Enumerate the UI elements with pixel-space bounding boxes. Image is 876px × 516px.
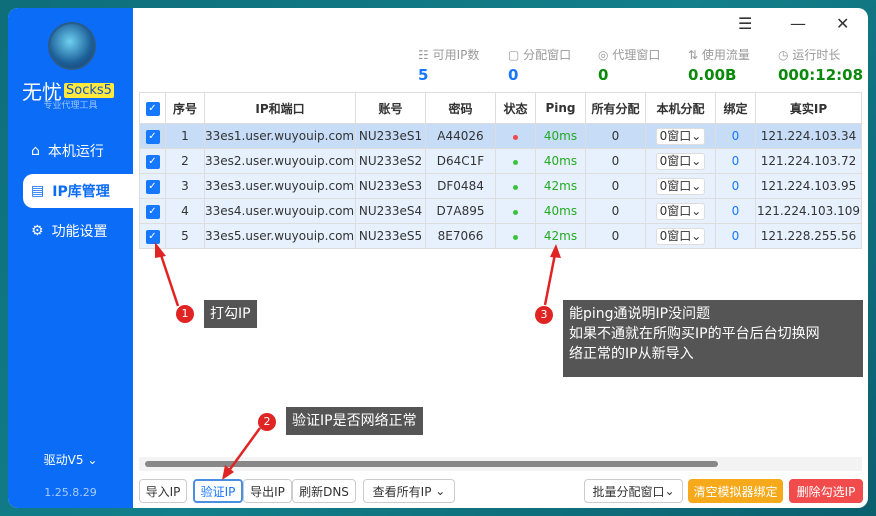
line: 络正常的IP从新导入 [569, 346, 694, 362]
annotation-tooltip: 能ping通说明IP没问题如果不通就在所购买IP的平台后台切换网 络正常的IP从新… [563, 300, 863, 377]
arrow-1 [155, 242, 166, 258]
annotation-number: 2 [258, 413, 276, 431]
line: 如果不通就在所购买IP的平台后台切换网 [569, 326, 820, 342]
annotation-number: 3 [535, 306, 553, 324]
annotation-tooltip: 打勾IP [204, 300, 257, 328]
annotation-tooltip: 验证IP是否网络正常 [286, 407, 423, 435]
annotation-arrows [155, 242, 561, 480]
line: 能ping通说明IP没问题 [569, 306, 711, 322]
arrow-3 [550, 244, 561, 258]
annotation-number: 1 [176, 305, 194, 323]
